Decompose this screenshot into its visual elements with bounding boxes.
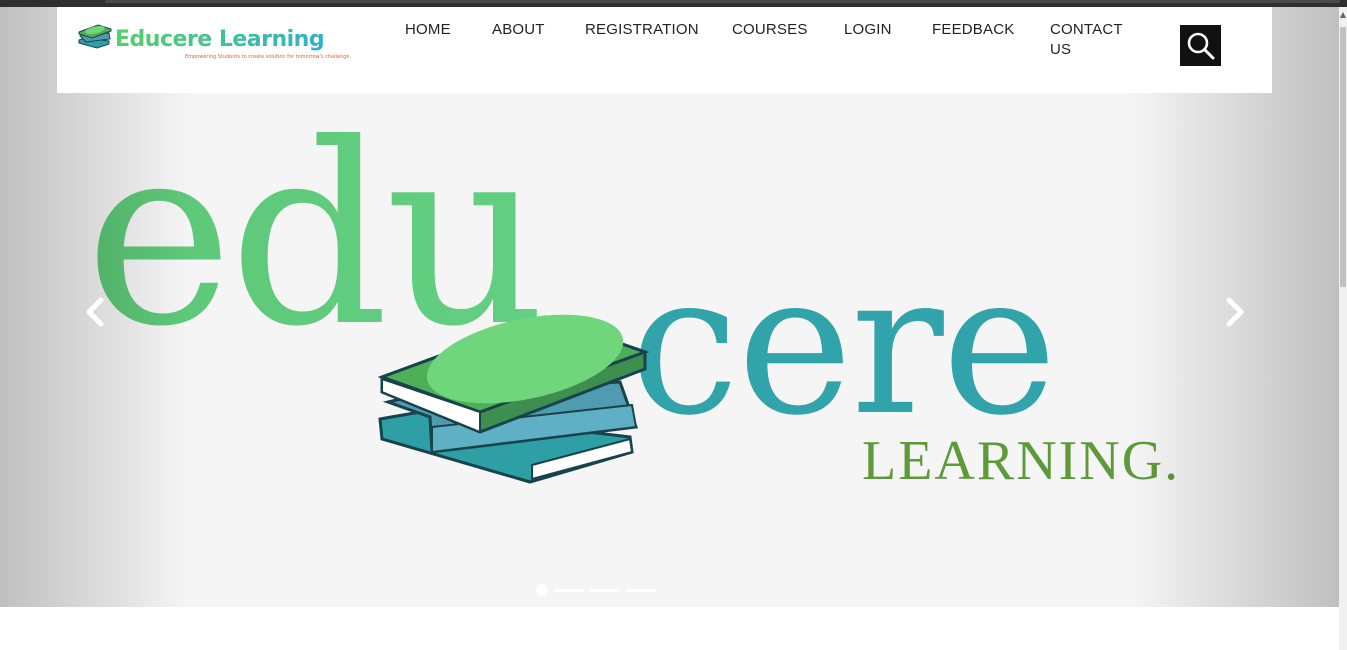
carousel-indicator-1[interactable]	[536, 584, 548, 596]
logo-tagline: Empowering Students to create solution f…	[185, 54, 352, 60]
nav-home[interactable]: HOME	[405, 20, 451, 40]
logo-books-icon	[78, 24, 112, 49]
browser-top-strip	[0, 0, 1347, 7]
search-icon	[1187, 32, 1214, 59]
page-scrollbar[interactable]: ▲	[1339, 7, 1347, 650]
nav-login[interactable]: LOGIN	[844, 20, 892, 40]
chevron-right-icon	[1226, 297, 1244, 327]
logo-brand-text: Educere Learning	[115, 27, 325, 52]
search-button[interactable]	[1180, 25, 1221, 66]
nav-contact-us[interactable]: CONTACT US	[1050, 20, 1130, 60]
carousel-indicators	[536, 583, 656, 597]
hero-carousel: edu cere LEARNING.	[0, 7, 1339, 607]
nav-about[interactable]: ABOUT	[492, 20, 545, 40]
nav-registration[interactable]: REGISTRATION	[585, 20, 699, 40]
scroll-up-arrow-icon[interactable]: ▲	[1339, 11, 1347, 19]
browser-tab-strip	[105, 0, 1340, 3]
scrollbar-thumb[interactable]	[1340, 27, 1346, 287]
nav-feedback[interactable]: FEEDBACK	[932, 20, 1014, 40]
carousel-prev-button[interactable]	[75, 292, 115, 332]
carousel-next-button[interactable]	[1215, 292, 1255, 332]
carousel-indicator-2[interactable]	[554, 588, 584, 592]
site-header: Educere Learning Empowering Students to …	[57, 7, 1272, 93]
carousel-indicator-3[interactable]	[590, 588, 620, 592]
slide-word-cere: cere	[630, 231, 1055, 458]
chevron-left-icon	[86, 297, 104, 327]
nav-courses[interactable]: COURSES	[732, 20, 808, 40]
carousel-indicator-4[interactable]	[626, 588, 656, 592]
site-logo[interactable]: Educere Learning Empowering Students to …	[77, 23, 351, 67]
